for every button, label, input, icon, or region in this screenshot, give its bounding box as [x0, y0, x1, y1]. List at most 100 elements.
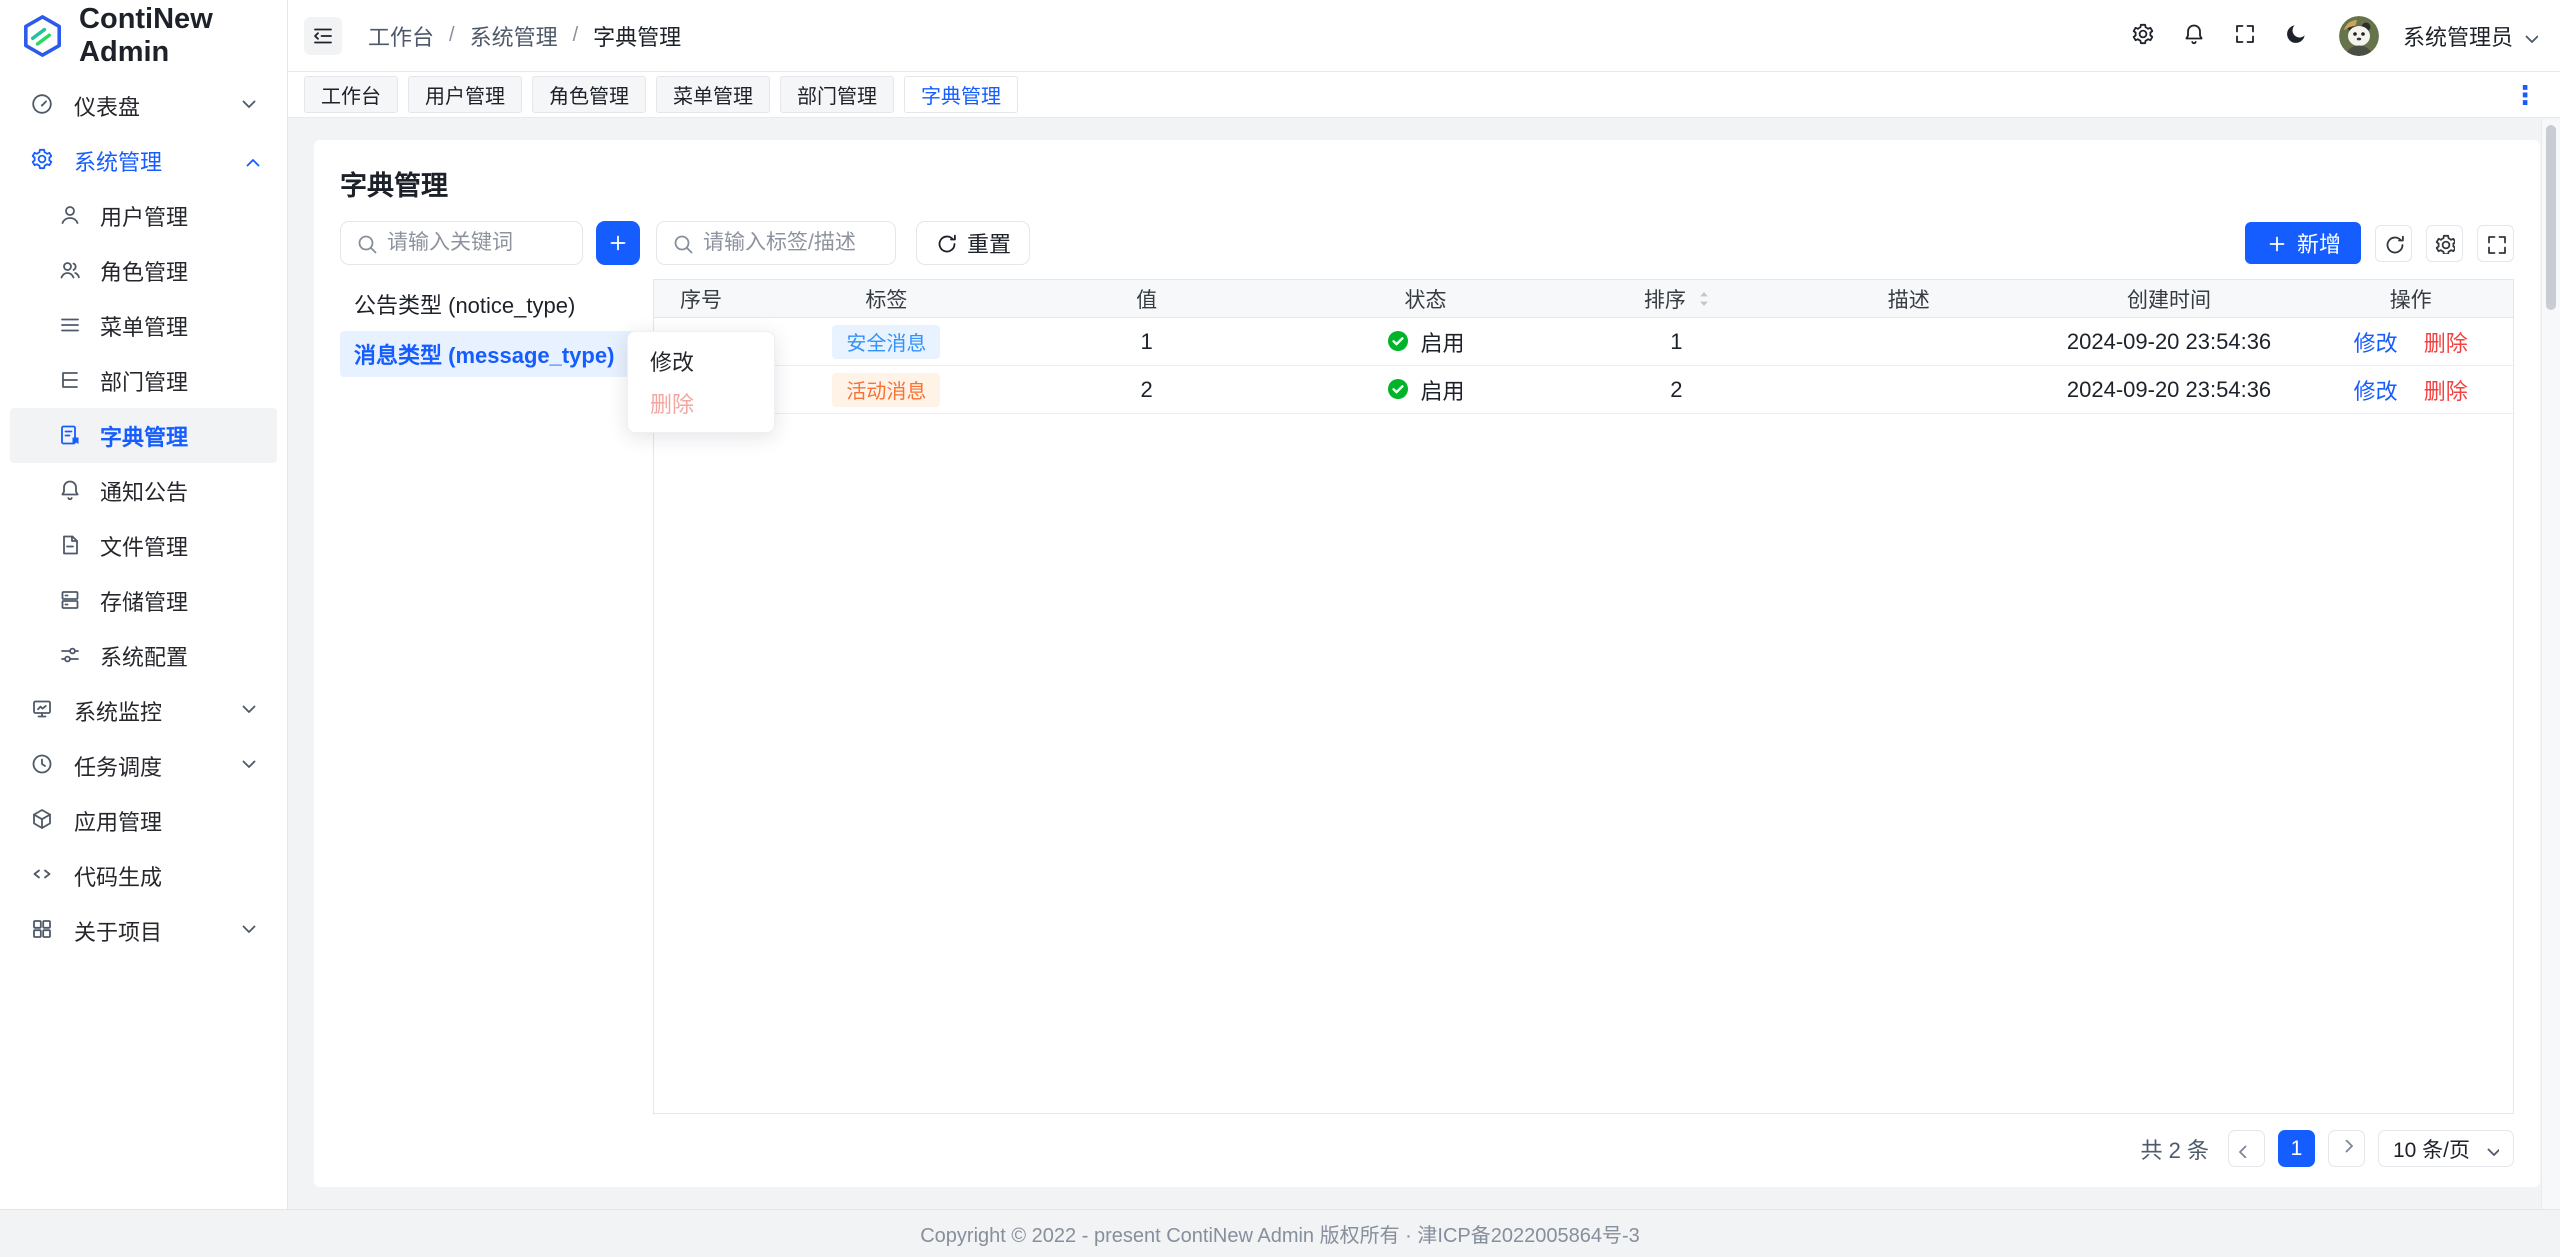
- tag-badge: 活动消息: [832, 373, 940, 407]
- tab-menu-management[interactable]: 菜单管理: [656, 76, 770, 113]
- fullscreen-table-button[interactable]: [2477, 225, 2514, 262]
- app-body: ContiNew Admin 仪表盘 系统管理 用户管理: [0, 0, 2560, 1209]
- tab-user-management[interactable]: 用户管理: [408, 76, 522, 113]
- page-title: 字典管理: [340, 164, 2514, 203]
- tab-dict-management[interactable]: 字典管理: [904, 76, 1018, 113]
- sidebar-item-file-management[interactable]: 文件管理: [0, 518, 287, 573]
- column-settings-button[interactable]: [2426, 225, 2463, 262]
- next-page-button[interactable]: [2328, 1130, 2365, 1167]
- bell-icon: [58, 478, 84, 504]
- gear-icon: [30, 147, 58, 175]
- delete-link[interactable]: 删除: [2424, 326, 2468, 358]
- search-icon: [671, 232, 693, 254]
- sliders-icon: [58, 643, 84, 669]
- monitor-icon: [30, 697, 58, 725]
- logo-hexagon-icon: [20, 11, 65, 61]
- table-actions: 新增: [2245, 222, 2514, 264]
- dashboard-icon: [30, 92, 58, 120]
- dark-mode-moon-icon[interactable]: [2284, 22, 2311, 49]
- prev-page-button[interactable]: [2228, 1130, 2265, 1167]
- tab-role-management[interactable]: 角色管理: [532, 76, 646, 113]
- chevron-down-icon: [237, 697, 265, 725]
- chevron-down-icon: [237, 92, 265, 120]
- sidebar-item-system-monitor[interactable]: 系统监控: [0, 683, 287, 738]
- scrollbar-thumb[interactable]: [2546, 125, 2556, 310]
- dict-type-message[interactable]: 消息类型 (message_type): [340, 331, 640, 377]
- status-badge: 启用: [1386, 326, 1464, 358]
- sidebar-item-code-generation[interactable]: 代码生成: [0, 848, 287, 903]
- file-icon: [58, 533, 84, 559]
- item-search-input[interactable]: [703, 231, 881, 255]
- reset-button[interactable]: 重置: [916, 221, 1030, 265]
- refresh-table-button[interactable]: [2375, 225, 2412, 262]
- dict-keyword-input[interactable]: [387, 231, 568, 255]
- gear-icon: [2434, 233, 2455, 254]
- tab-workplace[interactable]: 工作台: [304, 76, 398, 113]
- copyright-text: Copyright © 2022 - present ContiNew Admi…: [920, 1219, 1640, 1248]
- scrollbar-track[interactable]: [2541, 119, 2560, 1209]
- notification-bell-icon[interactable]: [2182, 22, 2209, 49]
- sidebar-item-dashboard[interactable]: 仪表盘: [0, 78, 287, 133]
- sidebar-item-app-management[interactable]: 应用管理: [0, 793, 287, 848]
- header-actions: 系统管理员: [2131, 16, 2538, 56]
- dict-type-list: 公告类型 (notice_type) 消息类型 (message_type): [340, 279, 640, 1114]
- tab-actions-more-icon[interactable]: ⋮: [2512, 82, 2544, 108]
- user-avatar[interactable]: [2339, 16, 2379, 56]
- toolbar: 重置 新增: [340, 221, 2514, 265]
- add-dict-button[interactable]: [596, 221, 640, 265]
- grid-icon: [30, 917, 58, 945]
- sidebar-item-storage-management[interactable]: 存储管理: [0, 573, 287, 628]
- sidebar-item-role-management[interactable]: 角色管理: [0, 243, 287, 298]
- dict-keyword-search[interactable]: [340, 221, 583, 265]
- sidebar-item-about-project[interactable]: 关于项目: [0, 903, 287, 958]
- table-row[interactable]: 2 活动消息 2 启用 2 2024-09-20 23:54:36 修改删除: [654, 366, 2513, 414]
- avatar-image: [2339, 16, 2379, 56]
- row-actions: 修改删除: [2354, 374, 2468, 406]
- breadcrumb-workplace[interactable]: 工作台: [368, 20, 434, 52]
- dict-type-notice[interactable]: 公告类型 (notice_type): [340, 281, 640, 327]
- settings-icon[interactable]: [2131, 22, 2158, 49]
- storage-icon: [58, 588, 84, 614]
- table-row[interactable]: 1 安全消息 1 启用 1 2024-09-20 23:54:36 修改删除: [654, 318, 2513, 366]
- sidebar-item-dict-management[interactable]: 字典管理: [10, 408, 277, 463]
- user-menu[interactable]: 系统管理员: [2403, 20, 2538, 52]
- sidebar-item-user-management[interactable]: 用户管理: [0, 188, 287, 243]
- cell-sort: 1: [1565, 329, 1788, 355]
- cell-value: 1: [1007, 329, 1286, 355]
- tab-department-management[interactable]: 部门管理: [780, 76, 894, 113]
- item-search[interactable]: [656, 221, 896, 265]
- expand-icon: [2485, 233, 2506, 254]
- collapse-sidebar-button[interactable]: [304, 17, 342, 55]
- user-name: 系统管理员: [2403, 20, 2513, 52]
- breadcrumb-system-management[interactable]: 系统管理: [470, 20, 558, 52]
- page-1-button[interactable]: 1: [2278, 1130, 2315, 1167]
- chevron-down-icon: [2482, 1140, 2499, 1157]
- sidebar-item-menu-management[interactable]: 菜单管理: [0, 298, 287, 353]
- new-item-button[interactable]: 新增: [2245, 222, 2361, 264]
- edit-link[interactable]: 修改: [2354, 326, 2398, 358]
- pagination-total: 共 2 条: [2141, 1133, 2209, 1165]
- page-size-select[interactable]: 10 条/页: [2378, 1130, 2514, 1167]
- status-badge: 启用: [1386, 374, 1464, 406]
- sidebar-item-system-management[interactable]: 系统管理: [0, 133, 287, 188]
- fullscreen-icon[interactable]: [2233, 22, 2260, 49]
- sidebar-item-department-management[interactable]: 部门管理: [0, 353, 287, 408]
- sort-carets-icon[interactable]: [1692, 287, 1709, 311]
- column-header-sort[interactable]: 排序: [1565, 284, 1788, 314]
- delete-link[interactable]: 删除: [2424, 374, 2468, 406]
- app-logo[interactable]: ContiNew Admin: [0, 0, 287, 72]
- users-icon: [58, 258, 84, 284]
- tag-badge: 安全消息: [832, 325, 940, 359]
- dict-management-card: 字典管理: [314, 140, 2540, 1187]
- chevron-left-icon: [2237, 1140, 2255, 1158]
- app-root: ContiNew Admin 仪表盘 系统管理 用户管理: [0, 0, 2560, 1257]
- edit-link[interactable]: 修改: [2354, 374, 2398, 406]
- context-menu-delete[interactable]: 删除: [628, 382, 774, 424]
- sidebar-item-system-config[interactable]: 系统配置: [0, 628, 287, 683]
- breadcrumb-separator: /: [573, 24, 579, 47]
- context-menu-edit[interactable]: 修改: [628, 340, 774, 382]
- column-header-actions: 操作: [2308, 284, 2512, 314]
- sidebar-item-notice[interactable]: 通知公告: [0, 463, 287, 518]
- sidebar-menu: 仪表盘 系统管理 用户管理 角色管理 菜单管: [0, 72, 287, 1209]
- sidebar-item-task-schedule[interactable]: 任务调度: [0, 738, 287, 793]
